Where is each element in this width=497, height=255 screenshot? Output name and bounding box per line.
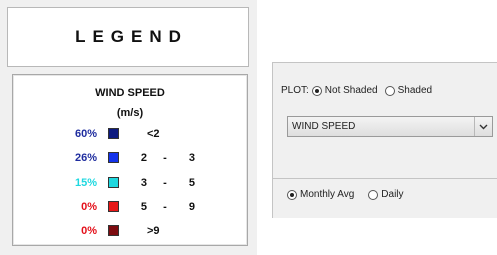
plot-shading-row: PLOT: Not Shaded Shaded [281, 85, 432, 96]
legend-range-dash: - [163, 152, 167, 164]
legend-percent: 15% [74, 177, 97, 189]
legend-row: 60% <2 [13, 128, 247, 142]
legend-percent: 0% [81, 225, 97, 237]
panel-divider [273, 178, 497, 179]
legend-title: LEGEND [75, 27, 188, 46]
legend-range-low: 2 [140, 152, 147, 164]
legend-row: 15% 3 - 5 [13, 177, 247, 191]
variable-select-value: WIND SPEED [292, 121, 356, 132]
chevron-down-icon[interactable] [474, 117, 492, 136]
legend-range-high: 9 [188, 201, 195, 213]
plot-label: PLOT: [281, 85, 309, 96]
legend-swatch [108, 177, 119, 188]
plot-options-panel: PLOT: Not Shaded Shaded WIND SPEED Month… [272, 62, 497, 218]
daily-radio[interactable] [368, 189, 379, 200]
legend-range-high: 5 [188, 177, 195, 189]
legend-range-low: 5 [140, 201, 147, 213]
legend-row: 0% >9 [13, 225, 247, 239]
legend-range-low: 3 [140, 177, 147, 189]
legend-unit: (m/s) [116, 107, 144, 119]
period-row: Monthly Avg Daily [287, 189, 404, 200]
legend-range-high: 3 [188, 152, 195, 164]
legend-heading: WIND SPEED [95, 87, 165, 99]
not-shaded-label[interactable]: Not Shaded [325, 85, 378, 96]
monthly-avg-radio[interactable] [287, 189, 297, 200]
shaded-label[interactable]: Shaded [398, 85, 432, 96]
legend-swatch [108, 128, 119, 139]
legend-percent: 0% [81, 201, 97, 213]
legend-percent: 60% [74, 128, 97, 140]
legend-range-low: >9 [147, 225, 160, 237]
legend-range-dash: - [163, 177, 167, 189]
legend-header: LEGEND [7, 7, 249, 67]
monthly-avg-label[interactable]: Monthly Avg [300, 189, 354, 200]
daily-label[interactable]: Daily [381, 189, 403, 200]
legend-row: 0% 5 - 9 [13, 201, 247, 215]
legend-swatch [108, 225, 119, 236]
legend-swatch [108, 152, 119, 163]
legend-row: 26% 2 - 3 [13, 152, 247, 166]
legend-box: WIND SPEED (m/s) 60% <2 26% 2 - 3 15% 3 … [12, 74, 248, 246]
legend-range-low: <2 [147, 128, 160, 140]
variable-select[interactable]: WIND SPEED [287, 116, 493, 137]
not-shaded-radio[interactable] [311, 85, 322, 96]
legend-swatch [108, 201, 119, 212]
shaded-radio[interactable] [384, 85, 395, 96]
legend-percent: 26% [74, 152, 97, 164]
legend-range-dash: - [163, 201, 167, 213]
legend-panel: LEGEND WIND SPEED (m/s) 60% <2 26% 2 - 3… [0, 0, 257, 255]
